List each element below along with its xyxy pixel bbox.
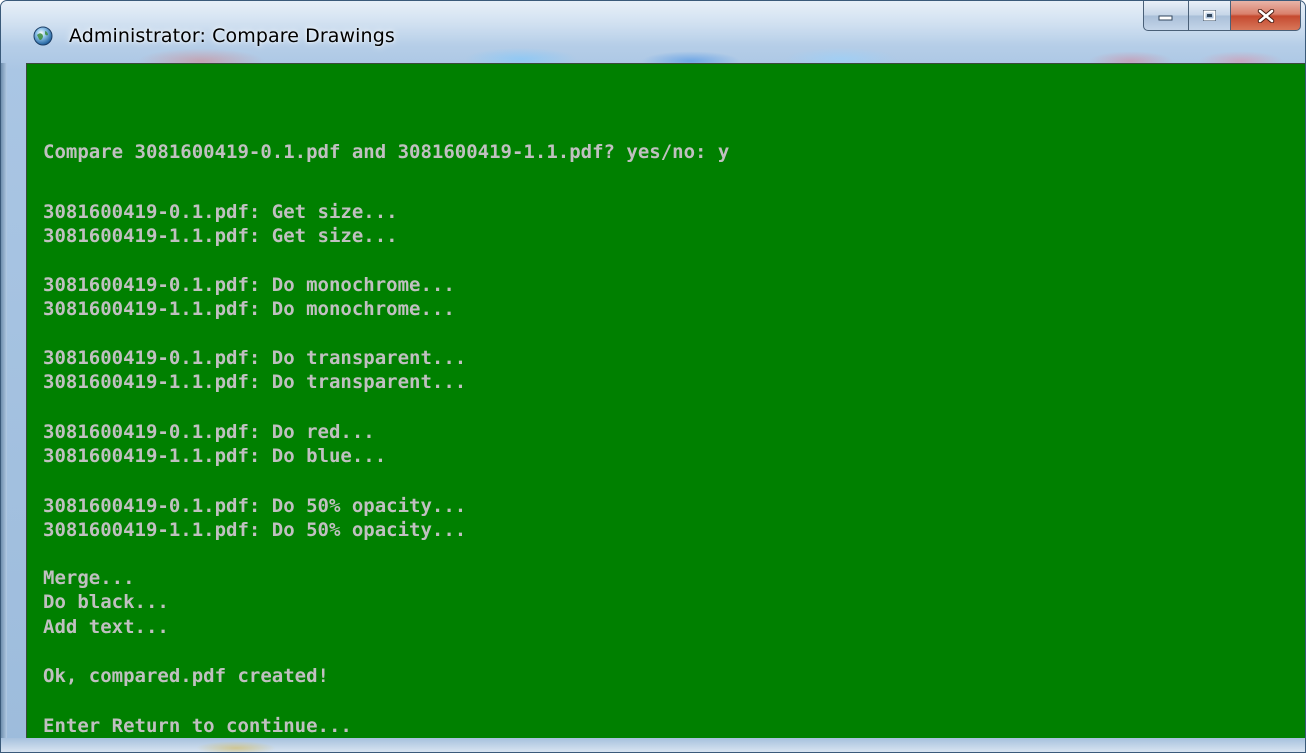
console-line: Merge... [43, 567, 135, 589]
console-line: 3081600419-1.1.pdf: Do blue... [43, 445, 387, 467]
console-line: 3081600419-0.1.pdf: Do transparent... [43, 347, 467, 369]
minimize-button[interactable] [1143, 1, 1189, 31]
taskbar-glow [196, 741, 276, 752]
console-line: 3081600419-0.1.pdf: Do 50% opacity... [43, 495, 467, 517]
console-globe-icon[interactable] [33, 26, 53, 46]
console-line: Enter Return to continue... [43, 715, 352, 737]
console-line: 3081600419-1.1.pdf: Do transparent... [43, 371, 467, 393]
close-button[interactable] [1231, 1, 1301, 31]
console-line: 3081600419-0.1.pdf: Do monochrome... [43, 274, 455, 296]
console-line: Ok, compared.pdf created! [43, 665, 329, 687]
console-line: 3081600419-1.1.pdf: Do monochrome... [43, 298, 455, 320]
minimize-icon [1158, 11, 1174, 21]
close-icon [1257, 8, 1275, 23]
maximize-icon [1202, 9, 1218, 23]
title-bar[interactable]: Administrator: Compare Drawings [1, 1, 1305, 63]
console-line: 3081600419-1.1.pdf: Get size... [43, 225, 398, 247]
console-line: 3081600419-0.1.pdf: Do red... [43, 421, 375, 443]
window-title: Administrator: Compare Drawings [69, 25, 395, 47]
console-window: Administrator: Compare Drawings Compare … [0, 0, 1306, 753]
console-line: Do black... [43, 591, 169, 613]
maximize-button[interactable] [1189, 1, 1231, 31]
console-line: 3081600419-1.1.pdf: Do 50% opacity... [43, 519, 467, 541]
console-output-area[interactable]: Compare 3081600419-0.1.pdf and 308160041… [26, 63, 1305, 738]
console-line: Compare 3081600419-0.1.pdf and 308160041… [43, 141, 730, 163]
window-left-border [1, 63, 7, 738]
caption-buttons [1143, 1, 1301, 31]
console-line: Add text... [43, 616, 169, 638]
console-line: 3081600419-0.1.pdf: Get size... [43, 201, 398, 223]
